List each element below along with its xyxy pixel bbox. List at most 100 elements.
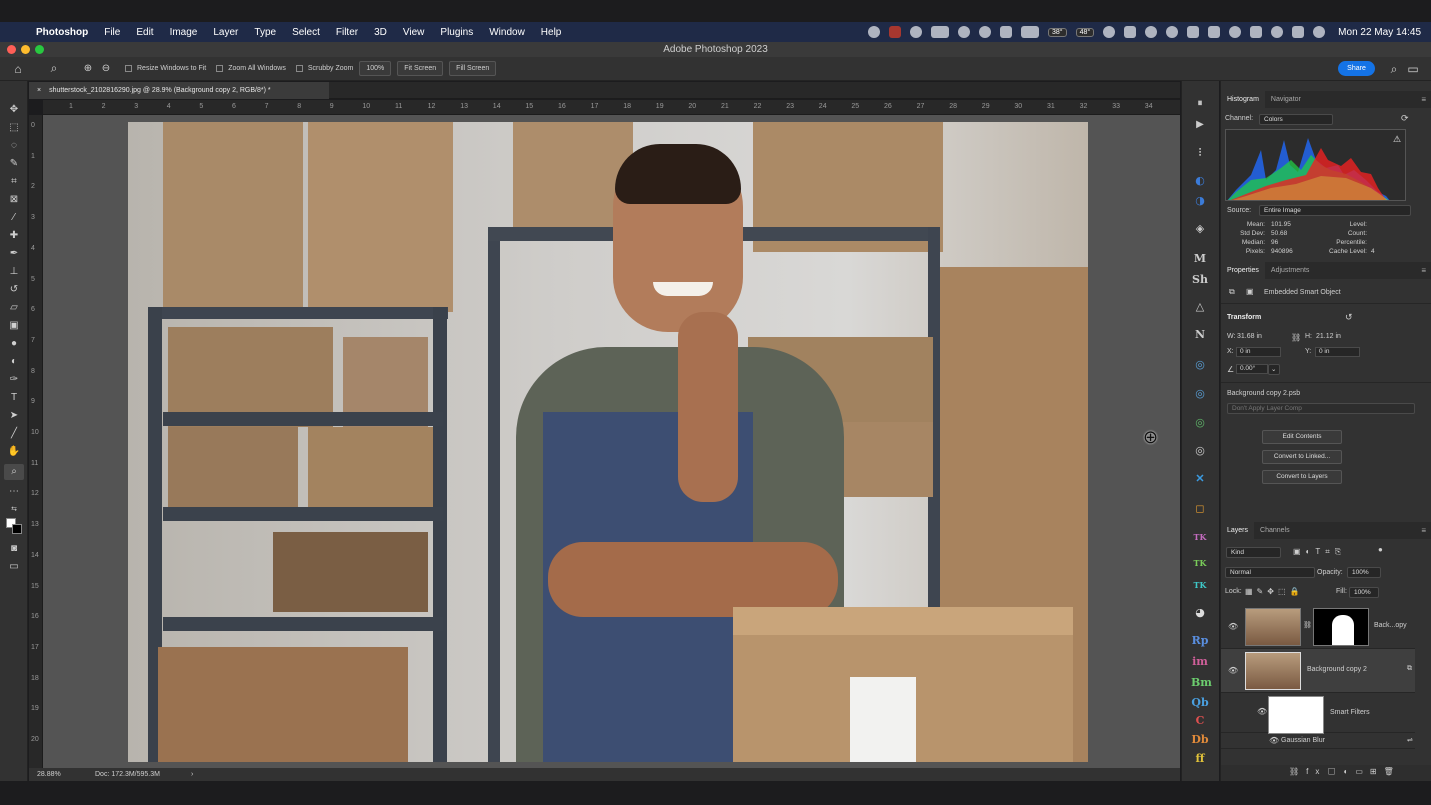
quick-selection-tool-icon[interactable]: ✎ (4, 156, 24, 172)
menu-edit[interactable]: Edit (128, 27, 161, 38)
tab-channels[interactable]: Channels (1254, 522, 1296, 539)
plugin-c-app-icon[interactable]: C (1191, 713, 1209, 729)
blending-options-icon[interactable]: ⇌ (1407, 736, 1413, 744)
plugin-m-icon[interactable]: M (1191, 251, 1209, 267)
eraser-tool-icon[interactable]: ▱ (4, 300, 24, 316)
convert-to-layers-button[interactable]: Convert to Layers (1262, 470, 1342, 484)
more-tools-icon[interactable]: ⋯ (4, 484, 24, 500)
tk-mm-icon[interactable]: TK (1191, 555, 1209, 571)
hand-tool-icon[interactable]: ✋ (4, 444, 24, 460)
menu-image[interactable]: Image (162, 27, 206, 38)
plugin-sh-icon[interactable]: Sh (1191, 272, 1209, 288)
cpu-temp-badge[interactable]: 38° (1047, 27, 1067, 37)
zoom-tool-preset-icon[interactable]: ⌕ (45, 60, 63, 78)
chrome-icon[interactable] (1103, 26, 1116, 38)
y-field[interactable]: 0 in (1315, 347, 1360, 357)
plugin-n-icon[interactable]: N (1191, 327, 1209, 343)
search-icon[interactable]: ⌕ (1385, 60, 1403, 78)
plugin-a-icon[interactable]: ⫶ (1191, 145, 1209, 161)
tab-layers[interactable]: Layers (1221, 522, 1255, 539)
pen-tool-icon[interactable]: ✑ (4, 372, 24, 388)
sync-icon[interactable] (957, 26, 970, 38)
height-value[interactable]: 21.12 in (1316, 333, 1341, 340)
control-center-icon[interactable] (1292, 26, 1305, 38)
clock[interactable]: Mon 22 May 14:45 (1338, 27, 1421, 38)
plugin-b-icon[interactable]: ◐ (1191, 173, 1209, 189)
visibility-eye-icon[interactable]: 👁 (1257, 707, 1267, 716)
tk-plugin-1-icon[interactable]: ◎ (1191, 357, 1209, 373)
menu-file[interactable]: File (96, 27, 128, 38)
record-icon[interactable] (888, 26, 901, 38)
brush-tool-icon[interactable]: ✒ (4, 246, 24, 262)
menu-3d[interactable]: 3D (366, 27, 395, 38)
properties-menu-icon[interactable]: ≡ (1421, 266, 1426, 275)
menu-window[interactable]: Window (481, 27, 533, 38)
history-panel-icon[interactable]: ⏸ (1191, 96, 1209, 112)
wifi-off-icon[interactable] (1250, 26, 1263, 38)
tab-properties[interactable]: Properties (1221, 262, 1265, 279)
line-tool-icon[interactable]: ╱ (4, 426, 24, 442)
tk-plugin-2-icon[interactable]: ◎ (1191, 386, 1209, 402)
plugin-im-icon[interactable]: im (1191, 654, 1209, 670)
layer-row[interactable]: 👁 ⛓ Back...opy (1221, 605, 1415, 649)
gradient-tool-icon[interactable]: ▣ (4, 318, 24, 334)
drive-icon[interactable] (1020, 26, 1039, 38)
actions-panel-icon[interactable]: ▶ (1191, 117, 1209, 133)
maximize-window-button[interactable] (35, 45, 44, 54)
close-tab-icon[interactable]: × (37, 87, 41, 94)
plugin-x-icon[interactable]: ✕ (1191, 471, 1209, 487)
c-app-icon[interactable] (1166, 26, 1179, 38)
zoom-level[interactable]: 28.88% (37, 768, 61, 781)
path-selection-tool-icon[interactable]: ➤ (4, 408, 24, 424)
fill-screen-button[interactable]: Fill Screen (449, 61, 497, 76)
type-tool-icon[interactable]: T (4, 390, 24, 406)
move-tool-icon[interactable]: ✥ (4, 102, 24, 118)
panel-menu-icon[interactable]: ≡ (1421, 95, 1426, 104)
filter-kind-select[interactable]: Kind (1226, 547, 1281, 558)
blend-mode-select[interactable]: Normal (1225, 567, 1315, 578)
tk-plugin-4-icon[interactable]: ◎ (1191, 443, 1209, 459)
status-menu-arrow-icon[interactable]: › (191, 768, 193, 781)
smart-filter-mask[interactable] (1268, 696, 1324, 734)
zoom-all-windows-checkbox[interactable]: Zoom All Windows (216, 65, 286, 72)
layers-stack-icon[interactable]: ◈ (1191, 221, 1209, 237)
menu-layer[interactable]: Layer (205, 27, 246, 38)
plugin-rp-icon[interactable]: Rp (1191, 633, 1209, 649)
document-size[interactable]: Doc: 172.3M/595.3M (95, 768, 160, 781)
share-button[interactable]: Share (1338, 61, 1375, 76)
fit-screen-button[interactable]: Fit Screen (397, 61, 444, 76)
plugin-pie-icon[interactable]: ◕ (1191, 605, 1209, 621)
minimize-window-button[interactable] (21, 45, 30, 54)
plugin-ff-icon[interactable]: ff (1191, 751, 1209, 767)
screen-mode-icon[interactable]: ▭ (4, 559, 24, 575)
layer-mask-icon[interactable]: ▣ (1246, 287, 1254, 296)
display-icon[interactable] (930, 26, 949, 38)
angle-field[interactable]: 0.00° (1236, 364, 1268, 374)
plugin-bm-icon[interactable]: Bm (1191, 675, 1212, 691)
canvas-area[interactable]: ⊕ (43, 115, 1180, 768)
menu-type[interactable]: Type (246, 27, 284, 38)
bluetooth-icon[interactable] (1208, 26, 1221, 38)
menu-filter[interactable]: Filter (328, 27, 366, 38)
crop-tool-icon[interactable]: ⌗ (4, 174, 24, 190)
width-value[interactable]: 31.68 in (1237, 333, 1262, 340)
lasso-tool-icon[interactable]: ◌ (4, 138, 24, 154)
fill-field[interactable]: 100% (1349, 587, 1379, 598)
layer-mask-thumbnail[interactable] (1313, 608, 1369, 646)
gpu-temp-badge[interactable]: 48° (1075, 27, 1095, 37)
quick-mask-icon[interactable]: ◙ (4, 541, 24, 557)
convert-to-linked-button[interactable]: Convert to Linked... (1262, 450, 1342, 464)
marquee-tool-icon[interactable]: ⬚ (4, 120, 24, 136)
zoom-tool-icon[interactable]: ⌕ (4, 464, 24, 480)
plugin-triangle-icon[interactable]: △ (1191, 299, 1209, 315)
cloud-icon[interactable] (909, 26, 922, 38)
document-image[interactable] (128, 122, 1088, 762)
menu-app-photoshop[interactable]: Photoshop (28, 27, 96, 38)
filter-name[interactable]: Gaussian Blur (1281, 737, 1325, 744)
layer-name[interactable]: Background copy 2 (1307, 666, 1367, 673)
plugin-db-icon[interactable]: Db (1191, 732, 1209, 748)
layer-row-selected[interactable]: 👁 Background copy 2 ⧉ (1221, 649, 1415, 693)
x-field[interactable]: 0 in (1236, 347, 1281, 357)
source-select[interactable]: Entire Image (1259, 205, 1411, 216)
edit-contents-button[interactable]: Edit Contents (1262, 430, 1342, 444)
